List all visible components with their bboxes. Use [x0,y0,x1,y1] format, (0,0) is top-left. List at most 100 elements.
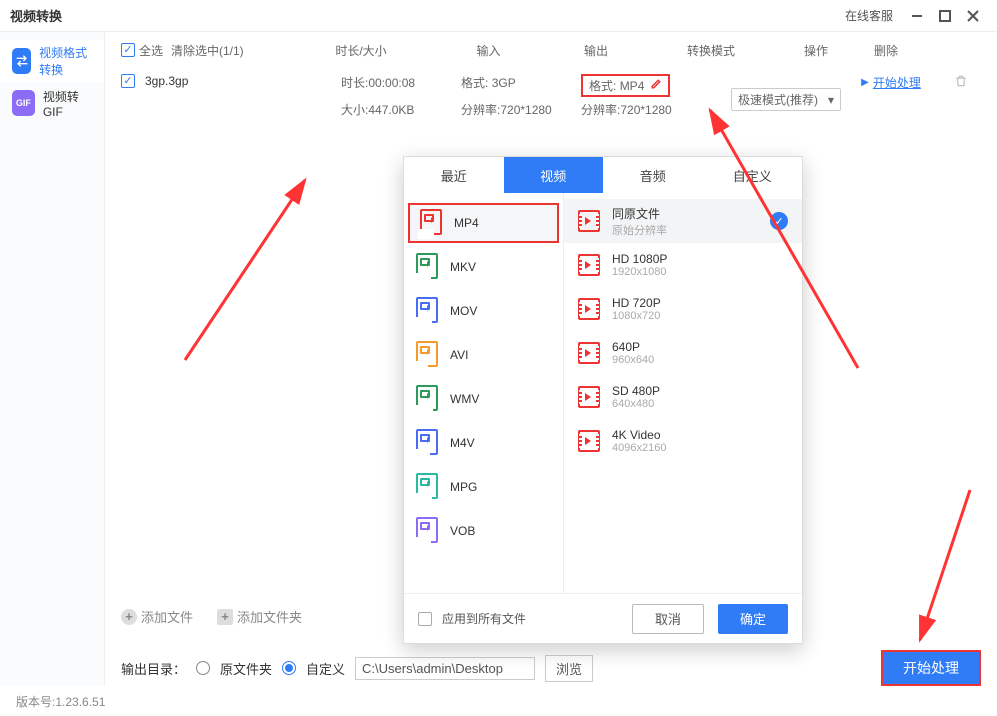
format-item-wmv[interactable]: WMV WMV [404,377,563,421]
video-file-icon: MP4 [420,209,444,237]
apply-all-label: 应用到所有文件 [442,610,526,627]
dur-label: 时长: [341,76,368,90]
radio-original-label: 原文件夹 [220,659,272,678]
swap-icon [12,48,31,74]
ok-button[interactable]: 确定 [718,604,788,634]
video-file-icon: MPG [416,473,440,501]
col-op: 操作 [766,42,866,59]
format-label: MOV [450,304,477,318]
edit-icon [650,78,662,93]
add-folder-label: 添加文件夹 [237,607,302,626]
format-label: WMV [450,392,479,406]
format-item-vob[interactable]: VOB VOB [404,509,563,553]
file-row: 3gp.3gp 时长:00:00:08 格式: 3GP 格式: MP4 大小:4… [105,64,997,122]
format-item-mkv[interactable]: MKV MKV [404,245,563,289]
res-title: HD 1080P [612,252,667,266]
cancel-button[interactable]: 取消 [632,604,704,634]
in-fmt-label: 格式: [461,76,488,90]
res-sub: 原始分辨率 [612,222,667,238]
video-file-icon: WMV [416,385,440,413]
gif-icon: GIF [12,90,35,116]
app-title: 视频转换 [10,6,62,25]
out-fmt-val: MP4 [620,79,645,93]
browse-button[interactable]: 浏览 [545,655,593,682]
res-sub: 4096x2160 [612,442,666,454]
tab-custom[interactable]: 自定义 [703,157,803,193]
tab-recent[interactable]: 最近 [404,157,504,193]
mode-select[interactable]: 极速模式(推荐) ▾ [731,88,841,111]
film-icon [578,430,600,452]
select-all-checkbox[interactable] [121,43,135,57]
plus-icon: + [121,609,137,625]
res-title: 同原文件 [612,205,667,222]
output-path-input[interactable]: C:\Users\admin\Desktop [355,657,535,680]
radio-custom-folder[interactable] [282,661,296,675]
out-res-label: 分辨率: [581,103,620,117]
start-process-button[interactable]: 开始处理 [881,650,981,686]
out-fmt-label: 格式: [589,79,616,93]
in-fmt-val: 3GP [492,76,516,90]
col-input: 输入 [441,42,536,59]
minimize-button[interactable] [903,2,931,30]
video-file-icon: AVI [416,341,440,369]
resolution-item-480p[interactable]: SD 480P640x480 [564,375,802,419]
customer-service-link[interactable]: 在线客服 [845,7,893,24]
sidebar-item-video-to-gif[interactable]: GIF 视频转GIF [0,82,104,124]
check-icon: ✓ [770,212,788,230]
tab-video[interactable]: 视频 [504,157,604,193]
format-item-mp4[interactable]: MP4MP4 [408,203,559,243]
apply-all-checkbox[interactable] [418,612,432,626]
col-del: 删除 [866,42,906,59]
out-res-val: 720*1280 [620,103,671,117]
clear-selection-link[interactable]: 清除选中(1/1) [171,42,281,59]
res-title: 640P [612,340,654,354]
resolution-item-original[interactable]: 同原文件原始分辨率 ✓ [564,199,802,243]
output-format-selector[interactable]: 格式: MP4 [581,74,670,97]
sidebar-item-label: 视频转GIF [43,88,92,119]
plus-icon: + [217,609,233,625]
add-file-button[interactable]: +添加文件 [121,607,193,626]
file-name: 3gp.3gp [145,74,188,88]
resolution-item-4k[interactable]: 4K Video4096x2160 [564,419,802,463]
video-file-icon: M4V [416,429,440,457]
delete-row-button[interactable] [954,77,968,91]
resolution-item-1080p[interactable]: HD 1080P1920x1080 [564,243,802,287]
column-headers: 全选 清除选中(1/1) 时长/大小 输入 输出 转换模式 操作 删除 [105,32,997,64]
resolution-item-720p[interactable]: HD 720P1080x720 [564,287,802,331]
res-sub: 640x480 [612,398,660,410]
start-link-label: 开始处理 [873,74,921,91]
radio-original-folder[interactable] [196,661,210,675]
chevron-down-icon: ▾ [828,93,834,107]
format-item-avi[interactable]: AVIAVI [404,333,563,377]
size-val: 447.0KB [368,103,414,117]
maximize-button[interactable] [931,2,959,30]
res-sub: 1080x720 [612,310,661,322]
format-item-m4v[interactable]: M4VM4V [404,421,563,465]
close-button[interactable] [959,2,987,30]
format-item-mpg[interactable]: MPGMPG [404,465,563,509]
add-folder-button[interactable]: +添加文件夹 [217,607,302,626]
format-list: MP4MP4 MKV MKV MOV MOV AVIAVI WMV WMV M4VM4… [404,193,564,593]
film-icon [578,254,600,276]
resolution-item-640p[interactable]: 640P960x640 [564,331,802,375]
sidebar: 视频格式转换 GIF 视频转GIF [0,32,105,686]
tab-audio[interactable]: 音频 [603,157,703,193]
film-icon [578,342,600,364]
res-title: HD 720P [612,296,661,310]
col-output: 输出 [536,42,656,59]
sidebar-item-video-convert[interactable]: 视频格式转换 [0,40,104,82]
start-process-link[interactable]: 开始处理 [861,74,921,91]
row-checkbox[interactable] [121,74,135,88]
in-res-label: 分辨率: [461,103,500,117]
format-item-mov[interactable]: MOV MOV [404,289,563,333]
mode-label: 极速模式(推荐) [738,91,818,108]
video-file-icon: VOB [416,517,440,545]
format-label: VOB [450,524,475,538]
video-file-icon: MKV [416,253,440,281]
add-file-label: 添加文件 [141,607,193,626]
resolution-list: 同原文件原始分辨率 ✓ HD 1080P1920x1080 HD 720P1080… [564,193,802,593]
format-label: MKV [450,260,476,274]
col-duration: 时长/大小 [281,42,441,59]
video-file-icon: MOV [416,297,440,325]
radio-custom-label: 自定义 [306,659,345,678]
